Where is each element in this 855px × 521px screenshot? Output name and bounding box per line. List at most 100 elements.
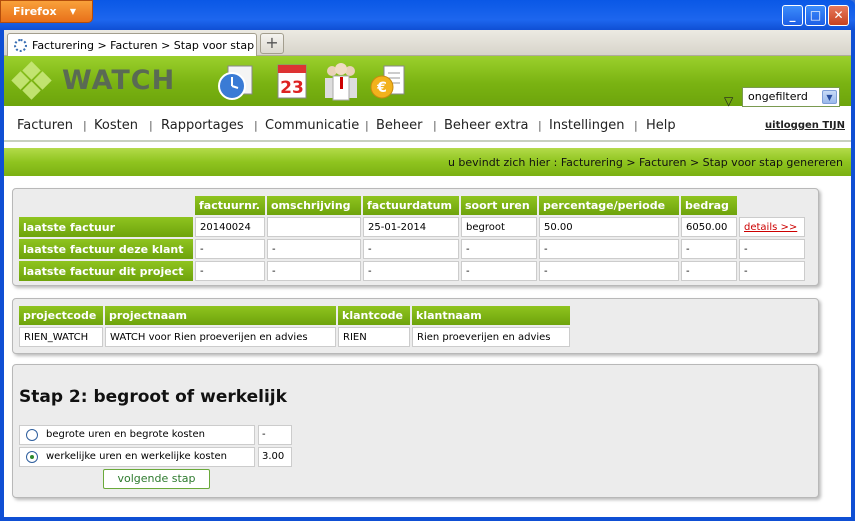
nav-beheer-extra[interactable]: Beheer extra [444, 118, 529, 133]
table-row: laatste factuur 20140024 25-01-2014 begr… [19, 217, 805, 237]
table-cell: Rien proeverijen en advies [412, 327, 570, 347]
browser-tab[interactable]: Facturering > Facturen > Stap voor stap … [7, 33, 257, 56]
main-nav: Facturen | Kosten | Rapportages | Commun… [4, 108, 851, 142]
table-cell: - [363, 261, 459, 281]
table-corner [739, 196, 805, 215]
table-cell: - [267, 239, 361, 259]
column-header: percentage/periode [539, 196, 679, 215]
column-header: factuurdatum [363, 196, 459, 215]
table-cell: - [681, 261, 737, 281]
step-panel: Stap 2: begroot of werkelijk begrote ure… [12, 364, 819, 498]
radio-button-selected[interactable] [26, 451, 38, 463]
table-cell: - [267, 261, 361, 281]
nav-separator: | [365, 119, 369, 132]
table-cell: - [681, 239, 737, 259]
details-link-cell: details >> [739, 217, 805, 237]
table-cell: 6050.00 [681, 217, 737, 237]
table-cell: - [539, 239, 679, 259]
option-begroot[interactable]: begrote uren en begrote kosten [19, 425, 255, 445]
page-title: Stap 2: begroot of werkelijk [19, 387, 287, 407]
table-row: laatste factuur deze klant - - - - - - - [19, 239, 805, 259]
table-row: laatste factuur dit project - - - - - - … [19, 261, 805, 281]
invoice-table: factuurnr. omschrijving factuurdatum soo… [17, 194, 807, 283]
table-cell: 20140024 [195, 217, 265, 237]
invoice-euro-icon[interactable]: € [368, 60, 410, 102]
filter-value: ongefilterd [748, 90, 808, 103]
table-cell: RIEN [338, 327, 410, 347]
maximize-button[interactable]: □ [805, 5, 826, 26]
nav-separator: | [254, 119, 258, 132]
title-bar: Firefox ▼ _ □ ✕ [0, 0, 855, 30]
users-icon[interactable] [320, 60, 362, 102]
column-header: projectnaam [105, 306, 336, 325]
new-tab-button[interactable]: + [260, 33, 284, 54]
option-werkelijk[interactable]: werkelijke uren en werkelijke kosten [19, 447, 255, 467]
dropdown-arrow-icon: ▼ [69, 7, 76, 16]
nav-communicatie[interactable]: Communicatie [265, 118, 359, 133]
table-corner [19, 196, 193, 215]
nav-rapportages[interactable]: Rapportages [161, 118, 244, 133]
nav-separator: | [538, 119, 542, 132]
option-label: begrote uren en begrote kosten [46, 429, 205, 440]
loading-icon [14, 39, 27, 52]
nav-instellingen[interactable]: Instellingen [549, 118, 625, 133]
svg-text:€: € [376, 80, 387, 96]
chevron-down-icon[interactable]: ▼ [822, 90, 837, 104]
table-cell: - [461, 239, 537, 259]
column-header: klantcode [338, 306, 410, 325]
minimize-button[interactable]: _ [782, 5, 803, 26]
clock-calendar-icon[interactable] [216, 60, 258, 102]
svg-text:23: 23 [280, 78, 304, 98]
browser-window: Firefox ▼ _ □ ✕ Facturering > Facturen > … [0, 0, 855, 521]
invoice-panel: factuurnr. omschrijving factuurdatum soo… [12, 188, 819, 286]
app-logo-text: WATCH [62, 65, 176, 96]
nav-separator: | [83, 119, 87, 132]
nav-beheer[interactable]: Beheer [376, 118, 423, 133]
calendar-icon[interactable]: 23 [272, 60, 314, 102]
radio-button[interactable] [26, 429, 38, 441]
project-table: projectcode projectnaam klantcode klantn… [17, 304, 572, 349]
table-cell: - [195, 261, 265, 281]
next-step-button[interactable]: volgende stap [103, 469, 210, 489]
option-value: 3.00 [258, 447, 292, 467]
option-label: werkelijke uren en werkelijke kosten [46, 451, 228, 462]
column-header: factuurnr. [195, 196, 265, 215]
filter-icon: ▽ [724, 94, 734, 108]
table-cell: 25-01-2014 [363, 217, 459, 237]
nav-kosten[interactable]: Kosten [94, 118, 138, 133]
nav-separator: | [433, 119, 437, 132]
nav-facturen[interactable]: Facturen [17, 118, 73, 133]
column-header: soort uren [461, 196, 537, 215]
tab-bar: Facturering > Facturen > Stap voor stap … [4, 30, 851, 56]
column-header: projectcode [19, 306, 103, 325]
logout-link[interactable]: uitloggen TIJN [765, 120, 845, 131]
column-header: klantnaam [412, 306, 570, 325]
column-header: omschrijving [267, 196, 361, 215]
column-header: bedrag [681, 196, 737, 215]
table-header-row: projectcode projectnaam klantcode klantn… [19, 306, 570, 325]
table-cell: - [739, 261, 805, 281]
tab-title: Facturering > Facturen > Stap voor stap … [32, 39, 257, 52]
row-label: laatste factuur dit project [19, 261, 193, 281]
filter-select[interactable]: ongefilterd ▼ [742, 87, 840, 107]
nav-help[interactable]: Help [646, 118, 676, 133]
firefox-label: Firefox [13, 5, 57, 18]
table-row: RIEN_WATCH WATCH voor Rien proeverijen e… [19, 327, 570, 347]
table-cell: - [461, 261, 537, 281]
table-cell: - [195, 239, 265, 259]
row-label: laatste factuur deze klant [19, 239, 193, 259]
firefox-menu-button[interactable]: Firefox ▼ [0, 0, 93, 23]
nav-separator: | [149, 119, 153, 132]
close-window-button[interactable]: ✕ [828, 5, 849, 26]
table-cell: - [363, 239, 459, 259]
row-label: laatste factuur [19, 217, 193, 237]
table-cell: begroot [461, 217, 537, 237]
breadcrumb: u bevindt zich hier : Facturering > Fact… [4, 148, 851, 176]
browser-content: Facturering > Facturen > Stap voor stap … [4, 30, 851, 517]
nav-separator: | [634, 119, 638, 132]
table-cell: WATCH voor Rien proeverijen en advies [105, 327, 336, 347]
details-link[interactable]: details >> [744, 222, 797, 233]
table-cell: RIEN_WATCH [19, 327, 103, 347]
app-header: WATCH 23 € ▽ ongefilterd ▼ [4, 56, 851, 108]
watch-logo-icon [10, 60, 54, 100]
